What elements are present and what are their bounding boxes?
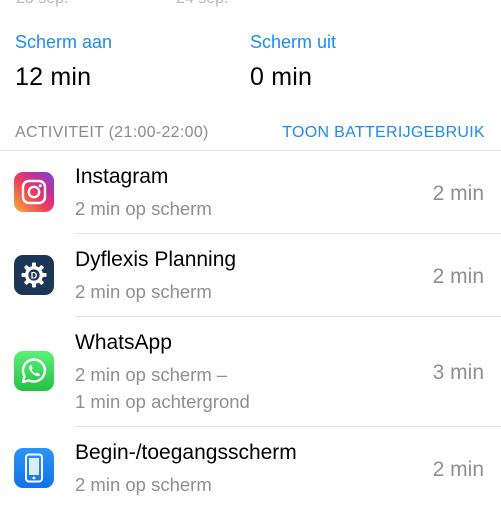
app-duration: 2 min: [432, 182, 484, 205]
screen-on-value: 12 min: [15, 63, 92, 91]
app-usage: 2 min op scherm: [75, 281, 212, 302]
screen-off-value: 0 min: [250, 63, 313, 91]
app-row-whatsapp[interactable]: WhatsApp 2 min op scherm – 1 min op acht…: [0, 317, 501, 427]
section-title: ACTIVITEIT (21:00-22:00): [15, 124, 209, 141]
app-usage-background: 1 min op achtergrond: [75, 391, 250, 412]
screen-off-label: Scherm uit: [250, 32, 337, 52]
app-duration: 3 min: [432, 361, 484, 384]
app-usage: 2 min op scherm: [75, 198, 212, 219]
app-usage-screen: 2 min op scherm –: [75, 364, 228, 385]
app-duration: 2 min: [432, 265, 484, 288]
app-usage: 2 min op scherm: [75, 474, 212, 495]
cutoff-date-left: 23 sep.: [16, 0, 68, 8]
screen-on-stat: Scherm aan 12 min: [15, 30, 112, 92]
app-duration: 2 min: [432, 458, 484, 481]
whatsapp-icon: [14, 351, 54, 391]
app-row-home-screen[interactable]: Begin-/toegangsscherm 2 min op scherm 2 …: [0, 427, 501, 510]
home-screen-icon: [14, 448, 54, 488]
activity-section-header: ACTIVITEIT (21:00-22:00) TOON BATTERIJGE…: [0, 122, 501, 150]
dyflexis-icon: D: [14, 255, 54, 295]
app-name: Dyflexis Planning: [75, 248, 237, 271]
app-name: Begin-/toegangsscherm: [75, 441, 297, 464]
instagram-icon: [14, 172, 54, 212]
app-row-dyflexis-planning[interactable]: D Dyflexis Planning 2 min op scherm 2 mi…: [0, 234, 501, 317]
previous-section-cutoff: 23 sep. 24 sep.: [0, 0, 501, 8]
svg-text:D: D: [31, 270, 38, 280]
screen-off-stat: Scherm uit 0 min: [250, 30, 336, 92]
app-row-instagram[interactable]: Instagram 2 min op scherm 2 min: [0, 151, 501, 234]
app-name: WhatsApp: [75, 331, 172, 354]
show-battery-usage-button[interactable]: TOON BATTERIJGEBRUIK: [282, 124, 485, 142]
cutoff-date-right: 24 sep.: [176, 0, 228, 8]
screen-stats: Scherm aan 12 min Scherm uit 0 min: [0, 30, 501, 100]
screen-on-label: Scherm aan: [15, 32, 113, 52]
app-name: Instagram: [75, 165, 169, 188]
